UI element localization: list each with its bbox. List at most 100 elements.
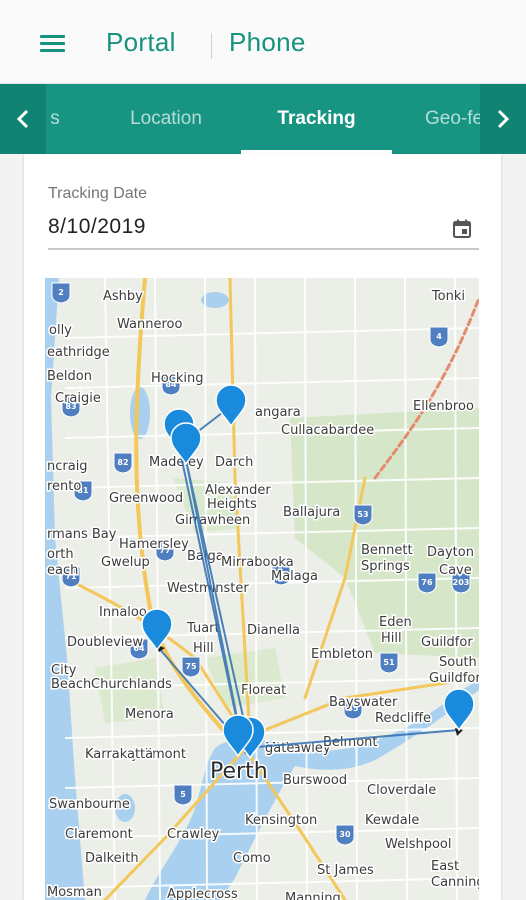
map-place-label: City (51, 663, 77, 678)
map-place-label: Ellenbroo (413, 399, 474, 414)
map-place-label: Alexander (205, 483, 271, 498)
route-shield: 82 (113, 452, 133, 474)
map-place-label: Swanbourne (49, 797, 130, 812)
map-place-label: Bayswater (329, 695, 398, 710)
map-place-label: Cullacabardee (281, 423, 374, 438)
map-place-label: East (431, 859, 459, 874)
map-place-label: Dianella (247, 623, 300, 638)
map-place-label: Hill (193, 641, 214, 656)
app-subtitle: Phone (229, 27, 306, 57)
svg-text:75: 75 (185, 662, 197, 671)
tab-scroll-left-button[interactable] (0, 84, 46, 154)
map-place-label: orth (47, 547, 74, 562)
map-place-label: Guildfor (421, 635, 473, 650)
map-place-label: Greenwood (109, 491, 183, 506)
tracking-map[interactable]: 2 4 83 84 82 81 53 77 56 76 203 64 75 51 55 5 30 71 Ashby… (45, 278, 479, 900)
map-place-label: Dayton (427, 545, 474, 560)
route-shield: 53 (353, 504, 373, 526)
tracking-date-label: Tracking Date (48, 185, 147, 202)
app-bar: Portal Phone (0, 0, 526, 84)
map-place-label: rmans Bay (47, 527, 117, 542)
map-place-label: Cannington (431, 875, 479, 890)
map-place-label: Hill (381, 631, 402, 646)
map-place-label: rento (47, 479, 81, 494)
calendar-icon[interactable] (451, 218, 473, 240)
svg-text:203: 203 (453, 578, 470, 587)
map-place-label: St James (317, 863, 374, 878)
map-place-label: Beach (51, 677, 91, 692)
svg-text:4: 4 (436, 332, 442, 341)
chevron-left-icon (16, 109, 29, 129)
map-place-label: South (439, 655, 477, 670)
map-place-label: Kensington (245, 813, 317, 828)
map-place-label: Girrawheen (175, 513, 250, 528)
svg-text:53: 53 (357, 510, 368, 519)
map-place-label: Manning (285, 891, 341, 900)
map-place-label: Mirrabooka (221, 555, 294, 570)
map-place-label: Redcliffe (375, 711, 431, 726)
lake (130, 387, 150, 439)
map-place-label: Tonki (431, 289, 465, 304)
map-place-label: eathridge (47, 345, 110, 360)
map-place-label: Hamersley (119, 537, 189, 552)
route-shield: 30 (335, 824, 355, 846)
svg-text:30: 30 (339, 830, 351, 839)
map-place-label: angara (255, 405, 301, 420)
map-place-label: Karrakatta (85, 747, 153, 762)
map-place-label: Ballajura (283, 505, 340, 520)
tab-tracking[interactable]: Tracking (241, 84, 392, 154)
route-shield: 51 (379, 652, 399, 674)
map-place-label: Perth (210, 759, 268, 784)
tab-bar: s Location Tracking Geo-fe (0, 84, 526, 154)
app-title: Portal (106, 27, 176, 57)
map-place-label: Heights (207, 497, 257, 512)
map-place-label: Eden (379, 615, 412, 630)
svg-text:51: 51 (383, 658, 395, 667)
map-place-label: Bennett (361, 543, 413, 558)
map-place-label: Mosman (47, 885, 102, 900)
map-place-label: Cloverdale (367, 783, 436, 798)
date-underline (48, 248, 479, 250)
map-place-label: Craigie (55, 391, 101, 406)
map-place-label: Beldon (47, 369, 92, 384)
tab-scroll-right-button[interactable] (480, 84, 526, 154)
map-place-label: Crawley (167, 827, 220, 842)
chevron-right-icon (497, 109, 510, 129)
map-place-label: ncraig (47, 459, 88, 474)
map-place-label: Menora (125, 707, 174, 722)
map-place-label: Guildford (429, 671, 479, 686)
svg-text:76: 76 (421, 578, 433, 587)
route-shield: 76 (417, 572, 437, 594)
map-place-label: Dalkeith (85, 851, 139, 866)
route-shield: 5 (173, 784, 193, 806)
tab-location[interactable]: Location (96, 84, 236, 154)
map-place-label: Springs (361, 559, 410, 574)
route-shield: 2 (51, 282, 71, 304)
svg-text:82: 82 (117, 458, 128, 467)
map-place-label: Darch (215, 455, 253, 470)
map-place-label: Welshpool (385, 837, 452, 852)
map-place-label: Tuart (186, 621, 220, 636)
map-place-label: Wanneroo (117, 317, 182, 332)
menu-icon[interactable] (38, 32, 68, 54)
title-divider (211, 33, 212, 59)
map-place-label: olly (49, 323, 72, 338)
map-place-label: Malaga (271, 569, 318, 584)
map-place-label: Ashby (103, 289, 143, 304)
map-place-label: Madeley (149, 455, 204, 470)
map-place-label: Innaloo (99, 605, 147, 620)
map-place-label: Burswood (283, 773, 347, 788)
route-shield: 4 (429, 326, 449, 348)
map-place-label: Applecross (167, 887, 238, 900)
tracking-date-input[interactable]: 8/10/2019 (48, 215, 146, 239)
map-place-label: Kewdale (365, 813, 419, 828)
map-place-label: Claremont (65, 827, 133, 842)
route-shield: 75 (181, 656, 201, 678)
map-place-label: Hocking (151, 371, 204, 386)
svg-text:2: 2 (58, 288, 64, 297)
map-place-label: Churchlands (91, 677, 172, 692)
map-place-label: Floreat (241, 683, 286, 698)
svg-text:5: 5 (180, 790, 186, 799)
map-place-label: Embleton (311, 647, 373, 662)
tracking-card: Tracking Date 8/10/2019 2 4 83 84 82 81 … (24, 154, 501, 900)
